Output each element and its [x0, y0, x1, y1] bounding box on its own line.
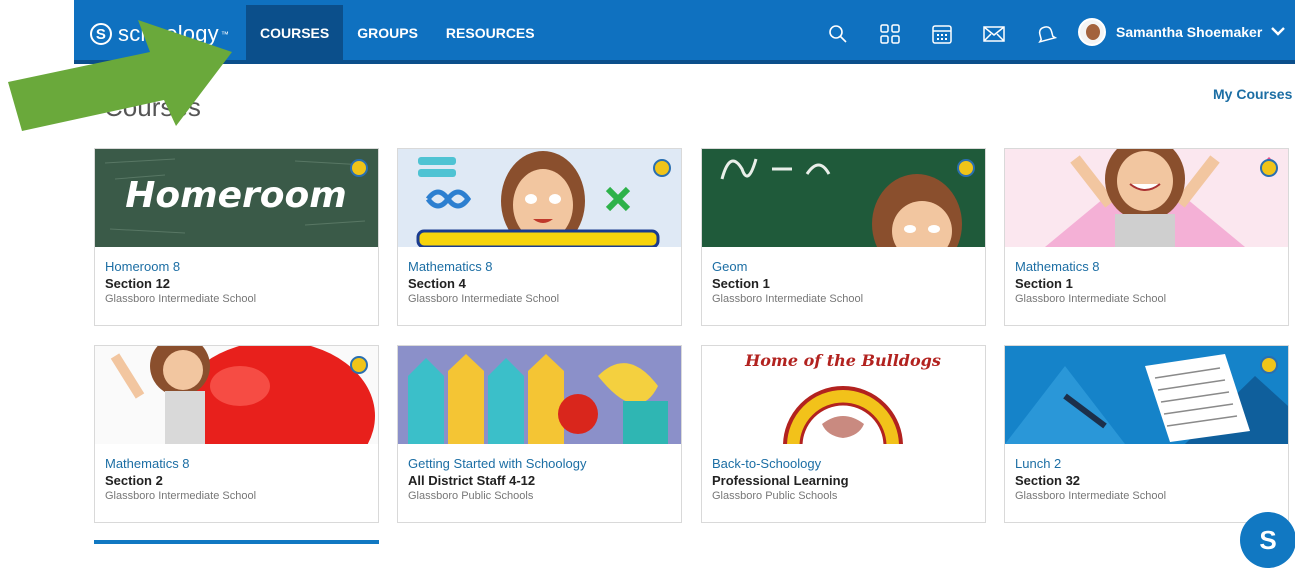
course-title[interactable]: Back-to-Schoology: [712, 456, 975, 471]
calendar-icon[interactable]: [923, 20, 961, 48]
tab-groups[interactable]: GROUPS: [343, 5, 432, 60]
admin-badge-icon: [350, 159, 368, 177]
course-section: Section 12: [105, 276, 171, 291]
user-menu[interactable]: Samantha Shoemaker: [1078, 18, 1286, 46]
course-section: All District Staff 4-12: [408, 473, 536, 488]
course-image: [702, 149, 985, 247]
main-nav: COURSES GROUPS RESOURCES: [246, 5, 549, 60]
bell-icon[interactable]: [1027, 20, 1065, 48]
course-title[interactable]: Geom: [712, 259, 975, 274]
course-school: Glassboro Intermediate School: [712, 293, 864, 305]
admin-badge-icon: [350, 356, 368, 374]
course-title[interactable]: Lunch 2: [1015, 456, 1278, 471]
tab-courses[interactable]: COURSES: [246, 5, 344, 60]
course-image: [398, 149, 681, 247]
header-icons: [819, 20, 1079, 48]
admin-badge-icon: [1260, 159, 1278, 177]
course-section: Professional Learning: [712, 473, 849, 488]
top-navigation-bar: S schoology™ COURSES GROUPS RESOURCES Sa…: [74, 0, 1295, 64]
course-school: Glassboro Intermediate School: [105, 490, 257, 502]
course-card[interactable]: Mathematics 8 Section 1 Glassboro Interm…: [1004, 148, 1289, 326]
chevron-down-icon: [1270, 24, 1286, 40]
homeroom-image-text: Homeroom: [125, 175, 347, 216]
course-title[interactable]: Homeroom 8: [105, 259, 368, 274]
course-school: Glassboro Intermediate School: [105, 293, 257, 305]
my-courses-link[interactable]: My Courses: [1213, 86, 1292, 102]
mail-icon[interactable]: [975, 20, 1013, 48]
course-image: [95, 346, 378, 444]
course-card[interactable]: Lunch 2 Section 32 Glassboro Intermediat…: [1004, 345, 1289, 523]
course-school: Glassboro Public Schools: [408, 490, 534, 502]
course-card[interactable]: Mathematics 8 Section 2 Glassboro Interm…: [94, 345, 379, 523]
course-title[interactable]: Mathematics 8: [1015, 259, 1278, 274]
course-card[interactable]: Homeroom Homeroom 8 Section 12 Glassboro…: [94, 148, 379, 326]
course-image: Home of the Bulldogs: [702, 346, 985, 444]
avatar: [1078, 18, 1106, 46]
admin-badge-icon: [1260, 356, 1278, 374]
support-button[interactable]: S: [1240, 512, 1295, 568]
search-icon[interactable]: [819, 20, 857, 48]
course-image: Homeroom: [95, 149, 378, 247]
course-card[interactable]: Mathematics 8 Section 4 Glassboro Interm…: [397, 148, 682, 326]
course-school: Glassboro Intermediate School: [1015, 490, 1167, 502]
course-section: Section 1: [712, 276, 770, 291]
course-card[interactable]: Getting Started with Schoology All Distr…: [397, 345, 682, 523]
course-title[interactable]: Mathematics 8: [105, 456, 368, 471]
user-name: Samantha Shoemaker: [1116, 24, 1263, 40]
course-section: Section 4: [408, 276, 466, 291]
course-school: Glassboro Public Schools: [712, 490, 838, 502]
course-card[interactable]: Home of the Bulldogs Back-to-Schoology P…: [701, 345, 986, 523]
course-title[interactable]: Getting Started with Schoology: [408, 456, 671, 471]
course-image: [1005, 346, 1288, 444]
course-card[interactable]: Geom Section 1 Glassboro Intermediate Sc…: [701, 148, 986, 326]
course-school: Glassboro Intermediate School: [408, 293, 560, 305]
course-school: Glassboro Intermediate School: [1015, 293, 1167, 305]
bulldogs-image-text: Home of the Bulldogs: [744, 351, 941, 370]
course-title[interactable]: Mathematics 8: [408, 259, 671, 274]
next-course-card-edge: [94, 540, 379, 544]
tab-resources[interactable]: RESOURCES: [432, 5, 549, 60]
course-section: Section 1: [1015, 276, 1073, 291]
course-section: Section 2: [105, 473, 163, 488]
course-image: [398, 346, 681, 444]
arrow-annotation-icon: [8, 20, 232, 131]
admin-badge-icon: [653, 159, 671, 177]
course-image: [1005, 149, 1288, 247]
grid-icon[interactable]: [871, 20, 909, 48]
admin-badge-icon: [957, 159, 975, 177]
course-section: Section 32: [1015, 473, 1081, 488]
